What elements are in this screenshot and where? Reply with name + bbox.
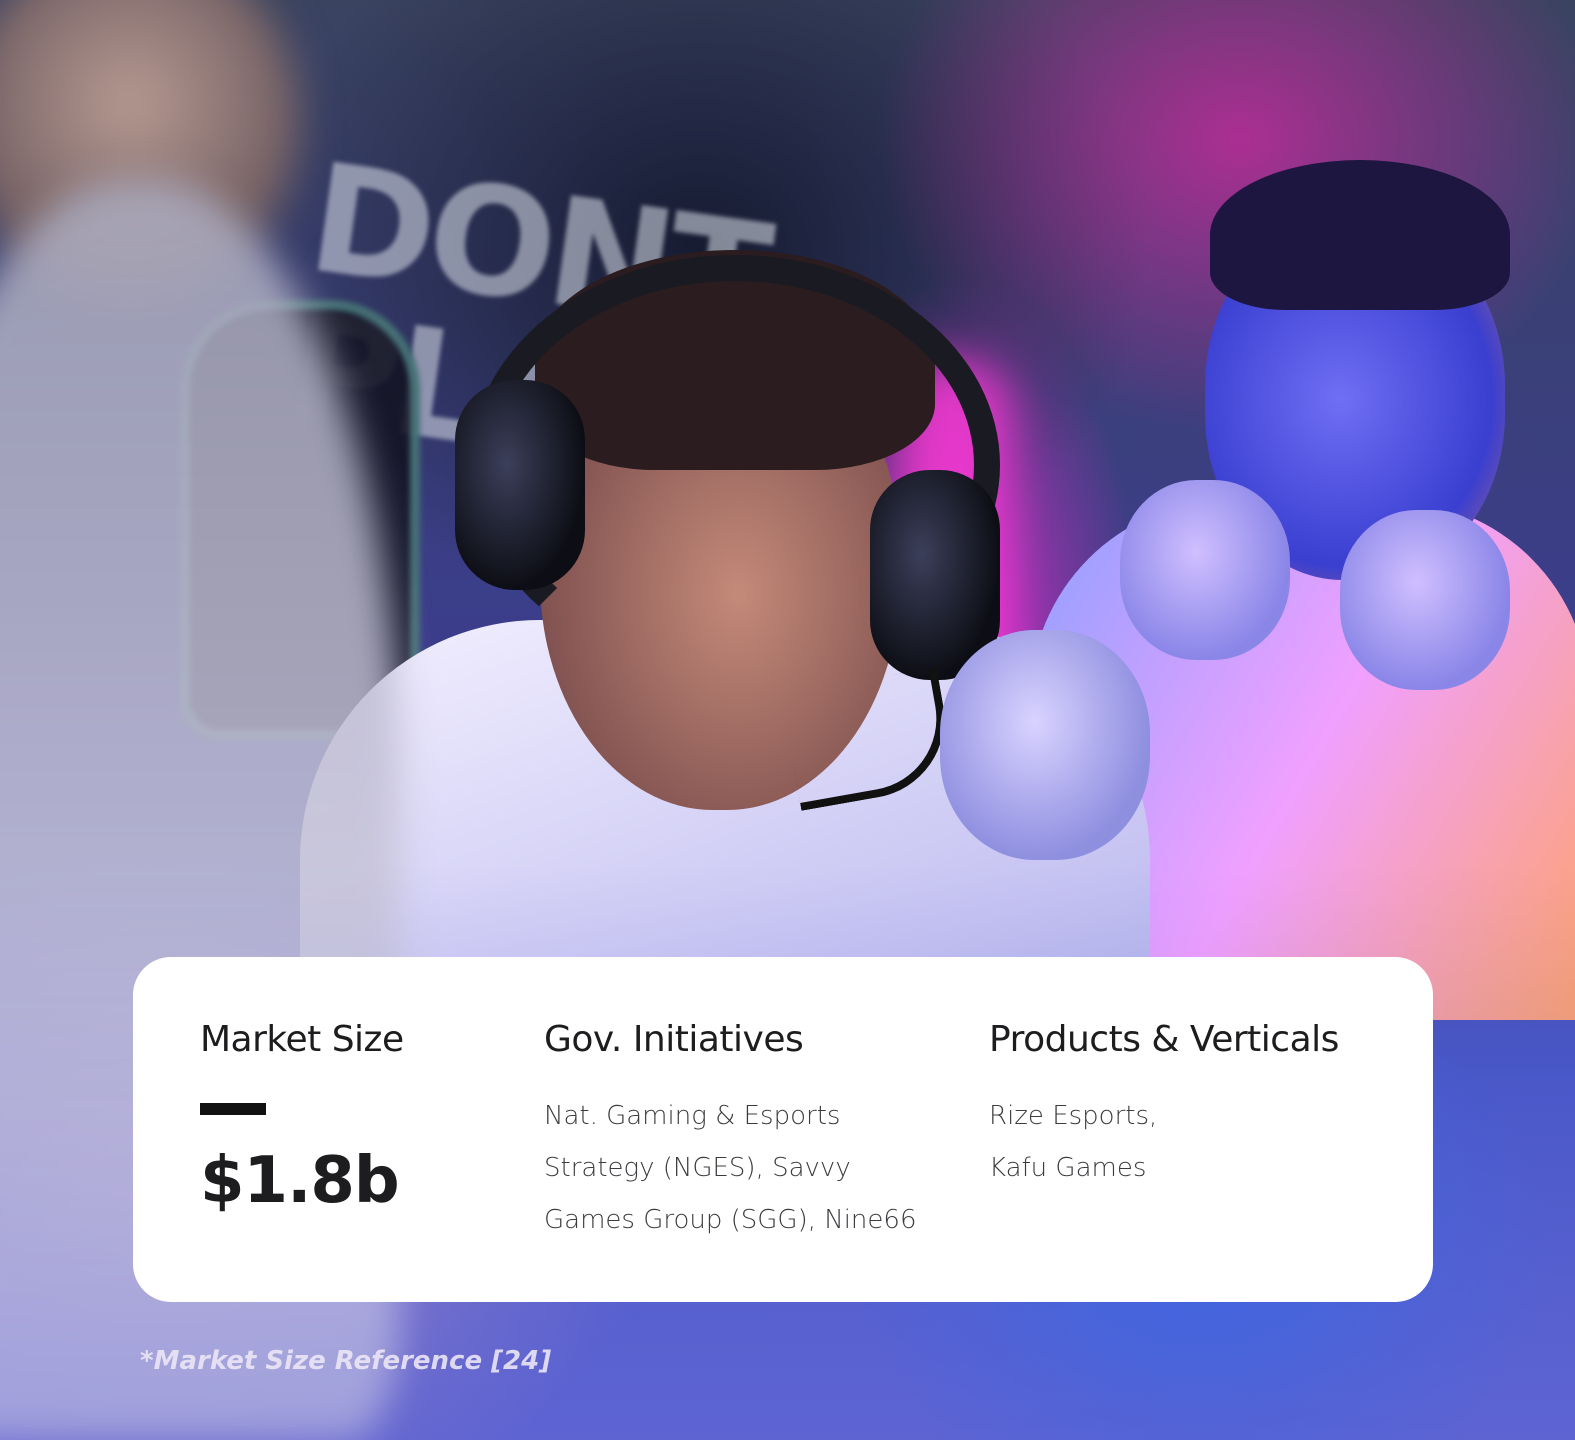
products-verticals-title: Products & Verticals [989, 1019, 1339, 1060]
products-verticals-body: Rize Esports, Kafu Games [989, 1090, 1389, 1194]
market-size-title: Market Size [200, 1019, 404, 1060]
products-verticals-column: Products & Verticals Rize Esports, Kafu … [989, 1017, 1389, 1194]
footnote-reference: *Market Size Reference [24] [140, 1346, 552, 1376]
products-verticals-line: Rize Esports, [989, 1101, 1158, 1131]
gov-initiatives-line: Games Group (SGG), Nine66 [544, 1205, 917, 1235]
title-divider [200, 1103, 266, 1115]
gov-initiatives-title: Gov. Initiatives [544, 1019, 804, 1060]
market-size-value: $1.8b [200, 1144, 400, 1218]
gov-initiatives-line: Strategy (NGES), Savvy [544, 1153, 851, 1183]
info-card: Market Size $1.8b Gov. Initiatives Nat. … [133, 957, 1433, 1302]
gov-initiatives-line: Nat. Gaming & Esports [544, 1101, 841, 1131]
gov-initiatives-column: Gov. Initiatives Nat. Gaming & Esports S… [544, 1017, 944, 1246]
products-verticals-line: Kafu Games [989, 1153, 1147, 1183]
market-size-column: Market Size $1.8b [200, 1017, 500, 1217]
gov-initiatives-body: Nat. Gaming & Esports Strategy (NGES), S… [544, 1090, 944, 1246]
